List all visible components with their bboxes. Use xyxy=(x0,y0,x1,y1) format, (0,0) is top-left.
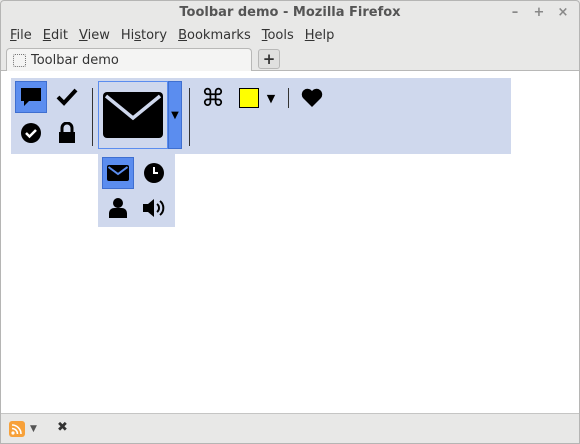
dropdown-arrow-icon: ▼ xyxy=(30,424,37,434)
title-bar: Toolbar demo - Mozilla Firefox – + × xyxy=(1,1,579,25)
envelope-icon xyxy=(103,92,163,138)
window-title: Toolbar demo - Mozilla Firefox xyxy=(179,5,401,20)
mail-button[interactable] xyxy=(98,81,168,149)
lock-icon xyxy=(59,122,75,143)
favorite-button[interactable] xyxy=(298,84,326,112)
popup-envelope-button[interactable] xyxy=(102,157,134,189)
menu-tools[interactable]: Tools xyxy=(257,28,300,43)
toolbar-separator xyxy=(189,88,190,146)
envelope-icon xyxy=(107,165,129,181)
menu-bar: File Edit View History Bookmarks Tools H… xyxy=(1,25,579,45)
browser-window: Toolbar demo - Mozilla Firefox – + × Fil… xyxy=(0,0,580,444)
addon-bar: ▼ ✖ xyxy=(1,413,579,443)
color-picker-button[interactable] xyxy=(237,87,261,109)
maximize-button[interactable]: + xyxy=(533,1,545,25)
clock-icon xyxy=(144,163,164,183)
check-circle-button[interactable] xyxy=(15,117,47,149)
dropdown-arrow-icon: ▼ xyxy=(266,91,276,105)
heart-icon xyxy=(301,88,323,107)
popup-clock-button[interactable] xyxy=(138,157,170,189)
page-content: ▼ ⌘ ▼ xyxy=(1,71,579,413)
page-icon xyxy=(13,54,26,67)
demo-toolbar: ▼ ⌘ ▼ xyxy=(11,78,511,154)
window-controls: – + × xyxy=(509,1,569,25)
rss-icon xyxy=(9,421,25,437)
checkmark-button[interactable] xyxy=(51,81,83,113)
rss-button[interactable]: ▼ xyxy=(9,421,37,437)
minimize-button[interactable]: – xyxy=(509,1,521,25)
color-dropdown-button[interactable]: ▼ xyxy=(263,87,279,109)
comment-icon xyxy=(21,88,41,106)
toolbar-separator xyxy=(92,88,93,146)
dropdown-arrow-icon: ▼ xyxy=(171,109,179,121)
close-addon-bar-button[interactable]: ✖ xyxy=(57,420,68,435)
comment-button[interactable] xyxy=(15,81,47,113)
tab-strip: Toolbar demo + xyxy=(1,45,579,72)
checkmark-icon xyxy=(56,88,78,106)
popup-user-button[interactable] xyxy=(102,192,134,224)
new-tab-button[interactable]: + xyxy=(258,49,280,69)
command-button[interactable]: ⌘ xyxy=(199,84,227,112)
color-swatch xyxy=(239,88,259,108)
menu-bookmarks[interactable]: Bookmarks xyxy=(173,28,257,43)
popup-volume-button[interactable] xyxy=(138,192,170,224)
mail-dropdown-popup xyxy=(98,154,175,227)
toolbar-separator xyxy=(288,88,289,108)
menu-file[interactable]: File xyxy=(5,28,38,43)
menu-history[interactable]: History xyxy=(116,28,173,43)
menu-view[interactable]: View xyxy=(74,28,116,43)
volume-icon xyxy=(143,199,165,217)
lock-button[interactable] xyxy=(51,117,83,149)
tab-label: Toolbar demo xyxy=(31,53,119,68)
command-icon: ⌘ xyxy=(201,84,225,112)
close-button[interactable]: × xyxy=(557,1,569,25)
user-icon xyxy=(109,198,127,218)
menu-help[interactable]: Help xyxy=(300,28,341,43)
menu-edit[interactable]: Edit xyxy=(38,28,74,43)
tab-toolbar-demo[interactable]: Toolbar demo xyxy=(6,48,252,72)
mail-dropdown-button[interactable]: ▼ xyxy=(168,81,182,149)
check-circle-icon xyxy=(21,123,41,143)
